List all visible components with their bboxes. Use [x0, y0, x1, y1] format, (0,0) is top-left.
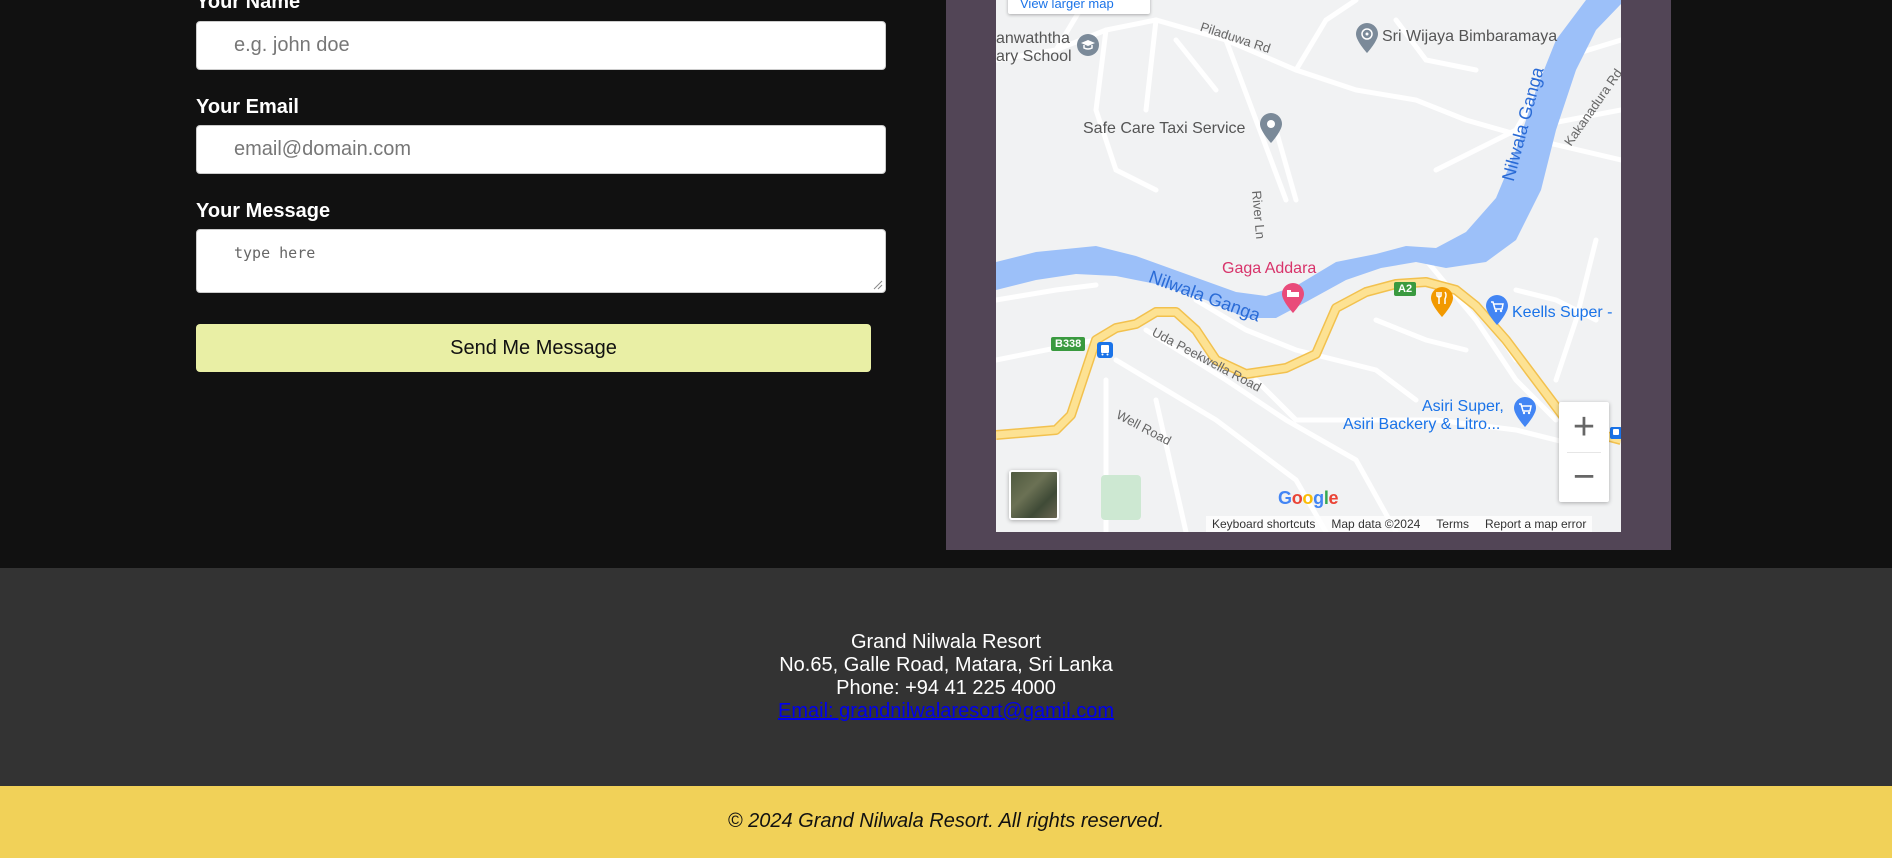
zoom-out-button[interactable]: −: [1559, 452, 1609, 502]
school-label: anwaththa ary School: [996, 30, 1072, 65]
hotel-pin-icon[interactable]: [1280, 282, 1306, 314]
keells-pin-icon[interactable]: [1484, 294, 1510, 326]
name-label: Your Name: [196, 0, 301, 13]
message-label: Your Message: [196, 200, 331, 222]
contact-section: Your Name Your Email Your Message Send M…: [0, 0, 1892, 568]
footer-resort-name: Grand Nilwala Resort: [850, 631, 1042, 653]
footer-email-link[interactable]: Email: grandnilwalaresort@gamil.com: [778, 700, 1114, 722]
asiri-label-line2: Asiri Backery & Litro...: [1343, 416, 1501, 433]
temple-pin-icon[interactable]: [1354, 22, 1380, 54]
hotel-label: Gaga Addara: [1222, 260, 1317, 277]
map-data-text: Map data ©2024: [1331, 517, 1421, 531]
temple-label: Sri Wijaya Bimbaramaya: [1382, 28, 1558, 45]
zoom-controls: + −: [1559, 402, 1609, 502]
email-input[interactable]: [197, 126, 885, 173]
zoom-in-button[interactable]: +: [1559, 402, 1609, 452]
name-input[interactable]: [197, 22, 885, 69]
email-field-wrapper: [196, 125, 886, 174]
resize-grip-icon[interactable]: [873, 280, 883, 290]
report-map-error-link[interactable]: Report a map error: [1485, 517, 1586, 531]
copyright-bar: © 2024 Grand Nilwala Resort. All rights …: [0, 786, 1892, 858]
b338-road-shield: B338: [1051, 337, 1086, 351]
terms-link[interactable]: Terms: [1436, 517, 1469, 531]
school-pin-icon[interactable]: [1076, 33, 1100, 57]
restaurant-pin-icon[interactable]: [1429, 286, 1455, 318]
footer-phone: Phone: +94 41 225 4000: [836, 677, 1056, 699]
taxi-service-label: Safe Care Taxi Service: [1083, 120, 1246, 137]
message-textarea[interactable]: [197, 230, 885, 292]
bus-stop-icon[interactable]: [1096, 341, 1114, 359]
footer-address: No.65, Galle Road, Matara, Sri Lanka: [779, 654, 1113, 676]
asiri-pin-icon[interactable]: [1512, 396, 1538, 428]
asiri-label-line1: Asiri Super,: [1422, 398, 1504, 415]
view-larger-map-link[interactable]: View larger map: [1008, 0, 1150, 14]
keells-label: Keells Super -: [1512, 304, 1613, 321]
copyright-text: © 2024 Grand Nilwala Resort. All rights …: [727, 810, 1165, 832]
taxi-pin-icon[interactable]: [1258, 112, 1284, 144]
name-field-wrapper: [196, 21, 886, 70]
bus-stop-edge-icon[interactable]: [1609, 426, 1621, 440]
map-attribution-bar: Keyboard shortcuts Map data ©2024 Terms …: [1206, 516, 1593, 532]
send-message-button[interactable]: Send Me Message: [196, 324, 871, 372]
footer-contact-info: Grand Nilwala Resort No.65, Galle Road, …: [0, 631, 1892, 723]
message-field-wrapper: [196, 229, 886, 293]
map-embed[interactable]: B338 A2 Piladuwa Rd River Ln Kakanadura …: [996, 0, 1621, 532]
email-label: Your Email: [196, 96, 299, 118]
keyboard-shortcuts-link[interactable]: Keyboard shortcuts: [1212, 517, 1315, 531]
satellite-layer-toggle[interactable]: [1009, 470, 1059, 520]
site-footer: Grand Nilwala Resort No.65, Galle Road, …: [0, 568, 1892, 786]
a2-road-shield: A2: [1394, 282, 1417, 296]
google-logo: Google: [1278, 488, 1339, 508]
